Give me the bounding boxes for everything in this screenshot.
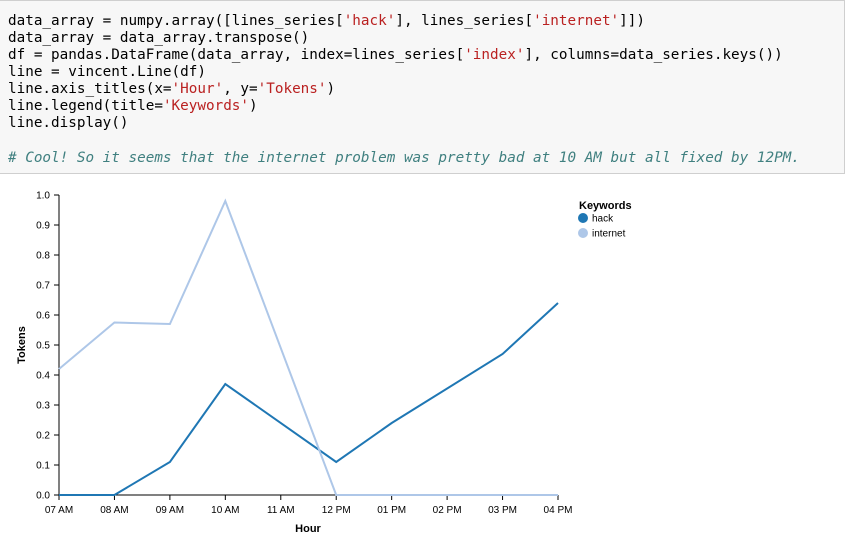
code-line: line.legend(title='Keywords') [8,98,783,115]
code-line: line.display() [8,115,783,132]
y-tick-label: 0.5 [36,341,50,352]
y-tick-label: 0.0 [36,491,50,502]
code-token: line.legend(title= [8,98,163,114]
code-line: data_array = numpy.array([lines_series['… [8,13,783,30]
x-tick-label: 04 PM [544,505,573,516]
code-comment: # Cool! So it seems that the internet pr… [8,150,800,166]
x-axis-title: Hour [295,523,321,535]
code-token: line.display() [8,115,129,131]
code-token: data_array = numpy.array([lines_series[ [8,13,344,29]
legend-marker-hack [578,213,588,223]
y-tick-label: 1.0 [36,191,50,202]
series-line-hack [59,302,559,496]
series-line-internet [58,198,558,496]
legend-label-hack: hack [592,214,614,225]
y-tick-label: 0.3 [36,401,50,412]
y-axis-title: Tokens [16,326,28,364]
code-token: line.axis_titles(x= [8,81,172,97]
code-token: data_array = data_array.transpose() [8,30,310,46]
code-string: 'Tokens' [257,81,327,97]
line-chart: 07 AM 08 AM 09 AM 10 AM 11 AM 12 PM 01 PM 02 PM… [16,191,632,536]
x-tick-label: 02 PM [433,505,462,516]
series-layer [58,198,559,496]
code-string: 'hack' [343,13,396,29]
x-tick-label: 08 AM [100,505,128,516]
code-token: ) [249,98,258,114]
code-token: ], columns=data_series.keys()) [524,47,783,63]
code-token: ], lines_series[ [395,13,534,29]
y-tick-label: 0.8 [36,251,50,262]
code-token: ) [326,81,336,97]
y-tick-label: 0.9 [36,221,50,232]
code-line: line = vincent.Line(df) [8,64,783,81]
code-line: data_array = data_array.transpose() [8,30,783,47]
code-token: df = pandas.DataFrame(data_array, index=… [8,47,465,63]
x-tick-label: 03 PM [488,505,517,516]
x-axis: 07 AM 08 AM 09 AM 10 AM 11 AM 12 PM 01 PM 02 PM… [45,494,573,516]
code-line: df = pandas.DataFrame(data_array, index=… [8,47,783,64]
legend-title: Keywords [579,200,632,212]
code-token: line = vincent.Line(df) [8,64,206,80]
code-line: line.axis_titles(x='Hour', y='Tokens') [8,81,783,98]
code-block[interactable]: data_array = numpy.array([lines_series['… [8,13,783,132]
code-token: , y= [223,81,258,97]
y-tick-label: 0.7 [36,281,50,292]
y-tick-label: 0.1 [36,461,50,472]
y-axis: 0.0 0.1 0.2 0.3 0.4 0.5 0.6 0.7 0.8 0.9 1.0 [36,191,60,502]
code-string: 'Keywords' [162,98,250,114]
y-tick-label: 0.6 [36,311,50,322]
legend-marker-internet [578,228,588,238]
x-tick-label: 11 AM [267,505,295,516]
code-token: ]]) [619,13,645,29]
code-string: 'index' [464,47,525,63]
x-tick-label: 01 PM [377,505,406,516]
x-tick-label: 10 AM [211,505,239,516]
x-tick-label: 12 PM [322,505,351,516]
legend: Keywords hack internet [578,200,632,240]
x-tick-label: 09 AM [156,505,184,516]
x-tick-label: 07 AM [45,505,73,516]
code-cell[interactable]: data_array = numpy.array([lines_series['… [0,0,845,174]
y-tick-label: 0.4 [36,371,50,382]
code-string: 'internet' [533,13,620,29]
legend-label-internet: internet [592,229,626,240]
code-string: 'Hour' [171,81,224,97]
y-tick-label: 0.2 [36,431,50,442]
